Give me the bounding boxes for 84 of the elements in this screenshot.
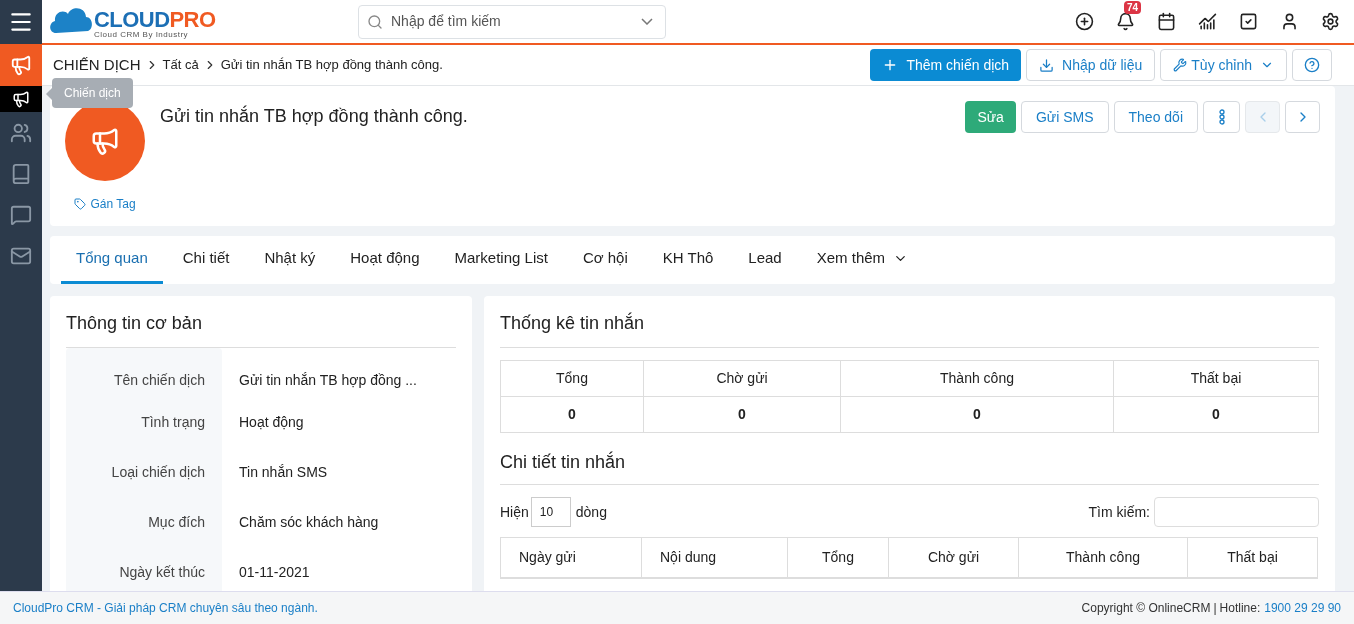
table-cell: 0 xyxy=(1113,396,1319,433)
help-button[interactable] xyxy=(1292,49,1332,81)
field-value: 01-11-2021 xyxy=(238,563,310,582)
hotline-label: Hotline: xyxy=(1219,600,1261,617)
table-cell: 0 xyxy=(500,396,644,433)
tag-link[interactable]: Gán Tag xyxy=(74,195,136,213)
notification-badge: 74 xyxy=(1124,1,1142,14)
table-header: Ngày gửi xyxy=(500,537,642,578)
footer-text: CloudPro CRM - Giải pháp CRM chuyên sâu theo ngành. xyxy=(13,600,318,617)
user-icon[interactable] xyxy=(1280,12,1299,31)
sidebar-item[interactable] xyxy=(0,86,42,112)
tab[interactable]: Lead xyxy=(733,236,797,284)
show-label: Hiện xyxy=(500,502,529,522)
field-label: Mục đích xyxy=(66,498,222,548)
table-cell: 0 xyxy=(643,396,841,433)
add-icon[interactable] xyxy=(1075,12,1094,31)
breadcrumb-item[interactable]: CHIẾN DỊCH xyxy=(53,53,141,77)
calendar-icon[interactable] xyxy=(1157,12,1176,31)
table-header: Thành công xyxy=(840,360,1114,397)
logo-tagline: Cloud CRM By Industry xyxy=(94,30,190,39)
megaphone-icon xyxy=(90,126,120,156)
field-value: Gửi tin nhắn TB hợp đồng ... xyxy=(238,371,417,390)
page-size-field[interactable]: 10 xyxy=(530,497,571,527)
search-field[interactable] xyxy=(1154,497,1319,527)
bell-icon[interactable] xyxy=(1116,12,1135,31)
table-header: Chờ gửi xyxy=(643,360,841,397)
search-field[interactable]: Nhập để tìm kiếm xyxy=(391,11,633,32)
tab[interactable]: KH Thô xyxy=(647,236,729,284)
table-cell: 0 xyxy=(840,396,1114,433)
field-label: Tên chiến dịch xyxy=(66,348,222,398)
wrench-icon xyxy=(1173,58,1188,72)
help-icon xyxy=(1304,57,1320,73)
record-title: Gửi tin nhắn TB hợp đồng thành công. xyxy=(160,104,468,128)
tab[interactable]: Chi tiết xyxy=(167,236,245,284)
table-header: Nội dung xyxy=(641,537,788,578)
tab[interactable]: Hoạt động xyxy=(335,236,435,284)
table-header: Chờ gửi xyxy=(888,537,1019,578)
tab[interactable]: Xem thêm xyxy=(801,236,924,284)
logo-text: PRO xyxy=(169,8,216,31)
breadcrumb-item[interactable]: Tất cả xyxy=(162,55,199,75)
search-bar[interactable]: Nhập để tìm kiếm xyxy=(358,4,666,39)
separator: | xyxy=(1213,600,1217,617)
dots-icon xyxy=(1218,109,1225,125)
tab[interactable]: Marketing List xyxy=(439,236,563,284)
download-icon xyxy=(1039,57,1055,73)
search-label: Tìm kiếm: xyxy=(1088,502,1150,522)
logo-text: CLOUD xyxy=(94,8,170,31)
tab[interactable]: Nhật ký xyxy=(249,236,331,284)
tab[interactable]: Tổng quan xyxy=(61,236,163,284)
customize-button[interactable]: Tùy chỉnh xyxy=(1160,49,1287,81)
field-value: Tin nhắn SMS xyxy=(238,463,328,482)
table-header: Thất bại xyxy=(1113,360,1319,397)
table-header: Thành công xyxy=(1018,537,1188,578)
checkbox-icon[interactable] xyxy=(1239,12,1258,31)
settings-icon[interactable] xyxy=(1321,12,1340,31)
copyright-text: Copyright © OnlineCRM xyxy=(1081,600,1211,617)
chart-icon[interactable] xyxy=(1198,12,1217,31)
megaphone-icon xyxy=(12,90,30,108)
table-header: Thất bại xyxy=(1187,537,1318,578)
panel-title: Chi tiết tin nhắn xyxy=(500,449,1319,485)
megaphone-icon xyxy=(10,54,32,76)
rows-label: dòng xyxy=(575,502,607,522)
field-label: Ngày kết thúc xyxy=(66,548,222,591)
search-icon xyxy=(367,13,383,30)
book-icon xyxy=(10,162,32,185)
hotline-link[interactable]: 1900 29 29 90 xyxy=(1264,599,1341,617)
add-campaign-button[interactable]: Thêm chiến dịch xyxy=(870,49,1022,81)
field-label: Tình trạng xyxy=(66,398,222,448)
table-header: Tổng xyxy=(500,360,644,397)
tag-icon xyxy=(74,198,87,210)
panel-title: Thống kê tin nhắn xyxy=(500,310,1319,348)
table-header: Tổng xyxy=(787,537,889,578)
field-value: Hoạt động xyxy=(238,413,304,432)
action-button[interactable]: Gửi SMS xyxy=(1020,101,1109,133)
group-icon xyxy=(10,121,32,144)
field-value: Chăm sóc khách hàng xyxy=(238,513,379,532)
more-button[interactable] xyxy=(1203,101,1240,133)
action-button[interactable]: Theo dõi xyxy=(1113,101,1198,133)
field-label: Loại chiến dịch xyxy=(66,448,222,498)
import-button[interactable]: Nhập dữ liệu xyxy=(1026,49,1156,81)
tab[interactable]: Cơ hội xyxy=(567,236,643,284)
caret-icon[interactable] xyxy=(641,18,653,25)
breadcrumb-item: Gửi tin nhắn TB hợp đồng thành công. xyxy=(220,56,443,75)
chat-icon xyxy=(10,203,32,226)
